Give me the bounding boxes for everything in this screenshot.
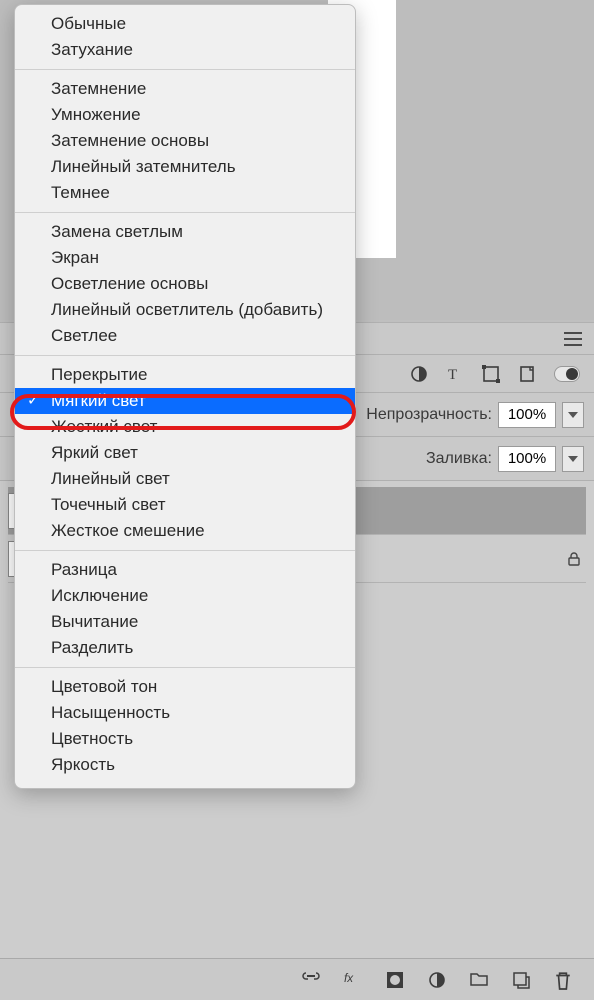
lock-icon: [566, 551, 586, 567]
fill-dropdown-button[interactable]: [562, 446, 584, 472]
blend-mode-item[interactable]: Светлее: [15, 323, 355, 349]
blend-mode-item[interactable]: Затемнение: [15, 76, 355, 102]
blend-mode-item[interactable]: Замена светлым: [15, 219, 355, 245]
blend-mode-item[interactable]: Линейный осветлитель (добавить): [15, 297, 355, 323]
smartobject-icon[interactable]: [518, 365, 536, 383]
fill-label: Заливка:: [426, 450, 492, 468]
blend-mode-item[interactable]: Линейный затемнитель: [15, 154, 355, 180]
blend-mode-item[interactable]: Обычные: [15, 11, 355, 37]
filter-toggle[interactable]: [554, 366, 580, 382]
blend-mode-item[interactable]: Разделить: [15, 635, 355, 661]
blend-mode-item[interactable]: Жесткое смешение: [15, 518, 355, 544]
blend-mode-item[interactable]: Экран: [15, 245, 355, 271]
adjustment-icon[interactable]: [410, 365, 428, 383]
blend-mode-item[interactable]: Цветность: [15, 726, 355, 752]
blend-mode-item[interactable]: Мягкий свет: [15, 388, 355, 414]
adjustment-layer-icon[interactable]: [428, 971, 446, 989]
blend-mode-item[interactable]: Исключение: [15, 583, 355, 609]
blend-mode-item[interactable]: Яркость: [15, 752, 355, 778]
opacity-label: Непрозрачность:: [366, 406, 492, 424]
blend-mode-item[interactable]: Точечный свет: [15, 492, 355, 518]
blend-mode-item[interactable]: Осветление основы: [15, 271, 355, 297]
link-icon[interactable]: [302, 971, 320, 989]
layer-bottom-bar: fx: [0, 958, 594, 1000]
blend-mode-menu[interactable]: ОбычныеЗатухание ЗатемнениеУмножениеЗатем…: [14, 4, 356, 789]
opacity-value[interactable]: 100%: [498, 402, 556, 428]
new-layer-icon[interactable]: [512, 971, 530, 989]
shape-icon[interactable]: [482, 365, 500, 383]
fx-icon[interactable]: fx: [344, 971, 362, 989]
blend-mode-item[interactable]: Насыщенность: [15, 700, 355, 726]
menu-separator: [15, 212, 355, 213]
blend-mode-item[interactable]: Перекрытие: [15, 362, 355, 388]
blend-mode-item[interactable]: Линейный свет: [15, 466, 355, 492]
fill-value[interactable]: 100%: [498, 446, 556, 472]
type-icon[interactable]: T: [446, 365, 464, 383]
blend-mode-item[interactable]: Разница: [15, 557, 355, 583]
opacity-dropdown-button[interactable]: [562, 402, 584, 428]
blend-mode-item[interactable]: Затемнение основы: [15, 128, 355, 154]
mask-icon[interactable]: [386, 971, 404, 989]
blend-mode-item[interactable]: Яркий свет: [15, 440, 355, 466]
blend-mode-item[interactable]: Жесткий свет: [15, 414, 355, 440]
blend-mode-item[interactable]: Вычитание: [15, 609, 355, 635]
svg-text:fx: fx: [344, 971, 354, 983]
menu-separator: [15, 69, 355, 70]
menu-separator: [15, 355, 355, 356]
blend-mode-item[interactable]: Цветовой тон: [15, 674, 355, 700]
blend-mode-item[interactable]: Затухание: [15, 37, 355, 63]
trash-icon[interactable]: [554, 971, 572, 989]
blend-mode-item[interactable]: Темнее: [15, 180, 355, 206]
menu-separator: [15, 550, 355, 551]
svg-text:T: T: [448, 367, 457, 383]
menu-separator: [15, 667, 355, 668]
group-icon[interactable]: [470, 971, 488, 989]
blend-mode-item[interactable]: Умножение: [15, 102, 355, 128]
panel-menu-icon[interactable]: [564, 332, 582, 346]
